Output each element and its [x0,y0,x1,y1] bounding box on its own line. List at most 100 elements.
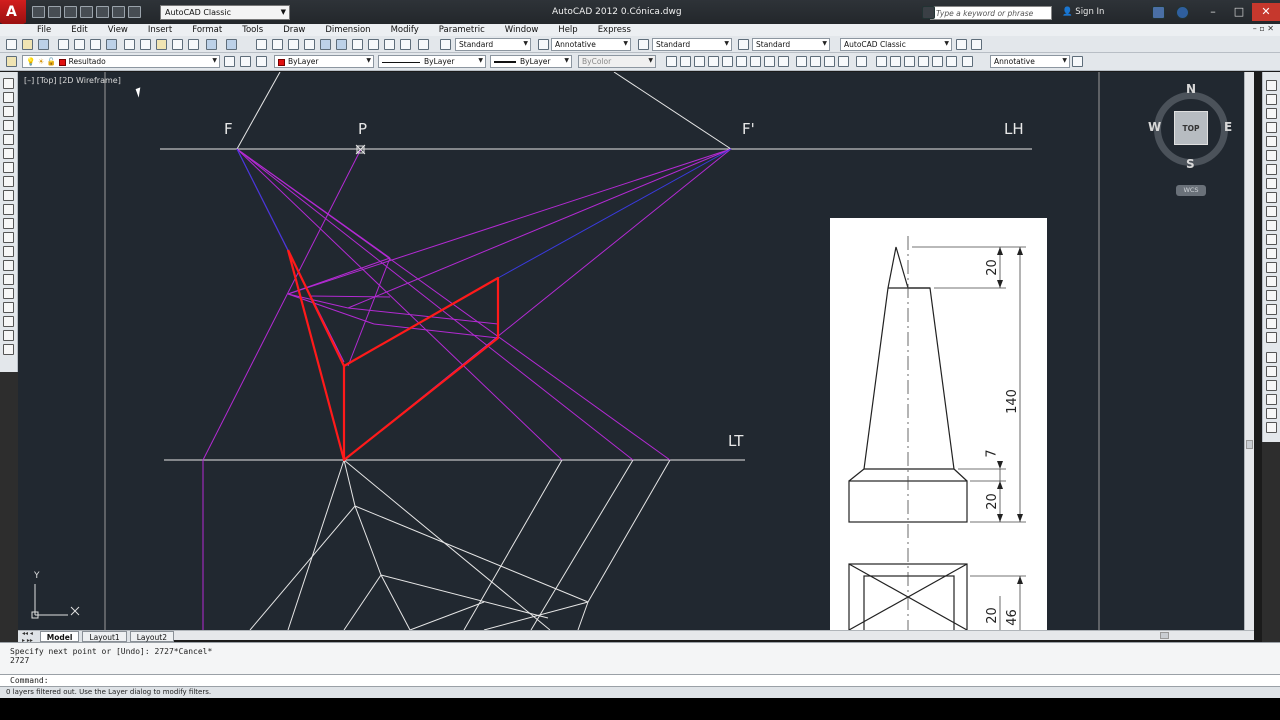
spline-icon[interactable] [3,190,14,201]
ellipse-icon[interactable] [3,204,14,215]
break-icon[interactable] [1266,248,1277,259]
dim-edit-icon[interactable] [918,56,929,67]
multileader-style-icon[interactable] [738,39,749,50]
dim-baseline-icon[interactable] [796,56,807,67]
help-icon[interactable] [418,39,429,50]
3d-dwf-icon[interactable] [106,39,117,50]
multileader-style-dropdown[interactable]: Standard ▼ [752,38,830,51]
menu-format[interactable]: Format [192,25,222,35]
tab-model[interactable]: Model [39,631,80,642]
region-icon[interactable] [3,302,14,313]
horizontal-scrollbar-thumb[interactable] [1160,632,1169,639]
zoom-realtime-icon[interactable] [272,39,283,50]
dim-style-manager-icon[interactable] [962,56,973,67]
save-as-icon[interactable] [80,6,93,18]
dim-linear-icon[interactable] [666,56,677,67]
extend-icon[interactable] [1266,220,1277,231]
paste-icon[interactable] [156,39,167,50]
workspace-dropdown-toolbar[interactable]: AutoCAD Classic ▼ [840,38,952,51]
tab-layout2[interactable]: Layout2 [129,631,174,642]
drawing-canvas[interactable]: [–] [Top] [2D Wireframe] F P F' LH LT Y [18,72,1244,630]
undo-icon[interactable] [112,6,125,18]
workspace-dropdown[interactable]: AutoCAD Classic ▼ [160,5,290,20]
tool-palettes-icon[interactable] [352,39,363,50]
sheet-set-icon[interactable] [368,39,379,50]
polyline-icon[interactable] [3,106,14,117]
dim-style-icon[interactable] [538,39,549,50]
rotate-icon[interactable] [1266,164,1277,175]
trim-icon[interactable] [1266,206,1277,217]
annotation-scale-dropdown[interactable]: Annotative ▼ [990,55,1070,68]
menu-parametric[interactable]: Parametric [439,25,485,35]
viewport-controls[interactable]: [–] [Top] [2D Wireframe] [24,76,121,85]
dim-break-icon[interactable] [838,56,849,67]
search-dropdown-icon[interactable] [922,6,935,19]
array-icon[interactable] [1266,136,1277,147]
revision-cloud-icon[interactable] [3,176,14,187]
markup-icon[interactable] [384,39,395,50]
layer-states-icon[interactable] [256,56,267,67]
document-window-controls[interactable]: – ▫ ✕ [1253,24,1274,33]
text-to-front-icon[interactable] [1266,408,1277,419]
properties-object-icon[interactable] [1266,332,1277,343]
exchange-icon[interactable] [1152,6,1165,19]
copy-icon[interactable] [140,39,151,50]
open-icon[interactable] [22,39,33,50]
send-to-back-icon[interactable] [1266,366,1277,377]
table-style-icon[interactable] [638,39,649,50]
dim-jogged-icon[interactable] [736,56,747,67]
point-icon[interactable] [3,260,14,271]
compass-south[interactable]: S [1186,157,1195,171]
dim-text-edit-icon[interactable] [932,56,943,67]
zoom-previous-icon[interactable] [304,39,315,50]
ellipse-arc-icon[interactable] [3,218,14,229]
construction-line-icon[interactable] [3,92,14,103]
compass-east[interactable]: E [1224,120,1232,134]
offset-icon[interactable] [1266,122,1277,133]
erase-icon[interactable] [1266,80,1277,91]
color-dropdown[interactable]: ByLayer ▼ [274,55,374,68]
line-icon[interactable] [3,78,14,89]
menu-draw[interactable]: Draw [283,25,305,35]
publish-icon[interactable] [90,39,101,50]
vertical-scrollbar-thumb[interactable] [1246,440,1253,449]
properties-icon[interactable] [320,39,331,50]
hatch-icon[interactable] [3,274,14,285]
design-center-icon[interactable] [336,39,347,50]
insert-block-icon[interactable] [3,232,14,243]
make-block-icon[interactable] [3,246,14,257]
menu-file[interactable]: File [37,25,51,35]
make-current-layer-icon[interactable] [224,56,235,67]
explode-icon[interactable] [1266,318,1277,329]
compass-west[interactable]: W [1148,120,1161,134]
polygon-icon[interactable] [3,120,14,131]
new-file-icon[interactable] [32,6,45,18]
bring-above-icon[interactable] [1266,380,1277,391]
arc-icon[interactable] [3,148,14,159]
help-icon[interactable] [1176,6,1189,19]
lineweight-dropdown[interactable]: ByLayer ▼ [490,55,572,68]
wcs-menu[interactable]: WCS [1176,185,1206,196]
mirror-icon[interactable] [1266,108,1277,119]
circle-icon[interactable] [3,162,14,173]
dim-angular-icon[interactable] [764,56,775,67]
quickcalc-icon[interactable] [400,39,411,50]
dim-update-icon[interactable] [946,56,957,67]
command-line-input[interactable]: Command: [0,674,1280,686]
dim-continue-icon[interactable] [810,56,821,67]
sign-in-link[interactable]: 👤 Sign In [1062,7,1104,17]
zoom-window-icon[interactable] [288,39,299,50]
new-icon[interactable] [6,39,17,50]
compass-north[interactable]: N [1186,82,1196,96]
minimize-button[interactable]: – [1200,3,1226,21]
plot-preview-icon[interactable] [74,39,85,50]
match-properties-icon[interactable] [172,39,183,50]
dim-space-icon[interactable] [824,56,835,67]
dim-radius-icon[interactable] [722,56,733,67]
menu-tools[interactable]: Tools [242,25,263,35]
table-icon[interactable] [3,316,14,327]
layer-dropdown[interactable]: 💡 ☀ 🔓 Resultado ▼ [22,55,220,68]
layer-previous-icon[interactable] [240,56,251,67]
layer-manager-icon[interactable] [6,56,17,67]
chamfer-icon[interactable] [1266,276,1277,287]
